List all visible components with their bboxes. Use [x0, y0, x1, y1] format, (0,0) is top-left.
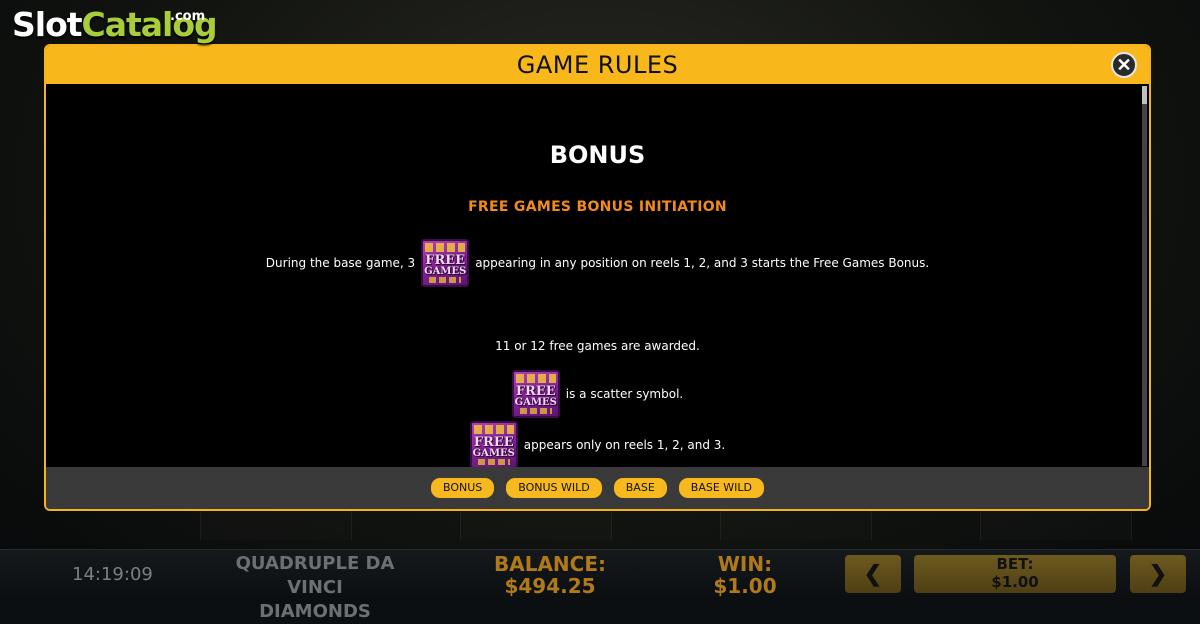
- free-games-icon-text-top: FREE: [425, 252, 466, 268]
- rule-text: appears only on reels 1, 2, and 3.: [523, 438, 726, 452]
- modal-header: GAME RULES ✕: [46, 46, 1149, 84]
- game-rules-modal: GAME RULES ✕ BONUS FREE GAMES BONUS INIT…: [44, 44, 1151, 511]
- close-button[interactable]: ✕: [1111, 52, 1137, 78]
- modal-title: GAME RULES: [516, 51, 679, 79]
- bet-label: BET:: [996, 555, 1034, 573]
- game-name-line1: QUADRUPLE DA VINCI: [235, 553, 395, 598]
- balance-label: BALANCE:: [493, 552, 607, 576]
- game-name: QUADRUPLE DA VINCI DIAMONDS: [205, 552, 425, 624]
- bet-value: $1.00: [991, 573, 1039, 591]
- rule-text: appearing in any position on reels 1, 2,…: [475, 256, 930, 270]
- game-name-line2: DIAMONDS: [259, 601, 371, 622]
- free-games-icon-text-bottom: GAMES: [514, 396, 557, 408]
- scrollbar[interactable]: [1142, 86, 1147, 466]
- clock: 14:19:09: [72, 564, 153, 585]
- rules-content[interactable]: BONUS FREE GAMES BONUS INITIATION During…: [46, 84, 1149, 469]
- close-icon: ✕: [1116, 55, 1132, 75]
- free-games-icon-text-bottom: GAMES: [424, 265, 467, 277]
- free-games-icon: FREE GAMES: [469, 421, 518, 469]
- win-display: WIN: $1.00: [690, 553, 800, 597]
- win-label: WIN:: [717, 552, 773, 576]
- watermark-logo: SlotCatalog .com: [12, 5, 218, 44]
- section-subtitle: FREE GAMES BONUS INITIATION: [468, 199, 727, 215]
- watermark-text-com: .com: [170, 9, 206, 24]
- status-bar: 14:19:09 QUADRUPLE DA VINCI DIAMONDS BAL…: [0, 549, 1200, 622]
- scrollbar-thumb[interactable]: [1142, 86, 1147, 104]
- tab-base[interactable]: BASE: [613, 478, 667, 498]
- balance-value: $494.25: [504, 574, 596, 598]
- free-games-icon-text-top: FREE: [515, 383, 556, 399]
- rule-line-3: FREE GAMES is a scatter symbol.: [46, 370, 1149, 418]
- tab-bonus-wild[interactable]: BONUS WILD: [506, 478, 602, 498]
- tab-bonus[interactable]: BONUS: [430, 478, 495, 498]
- bet-increase-button[interactable]: ❯: [1130, 555, 1186, 593]
- free-games-icon: FREE GAMES: [511, 370, 560, 418]
- bet-decrease-button[interactable]: ❮: [845, 555, 901, 593]
- bet-button[interactable]: BET: $1.00: [914, 555, 1116, 593]
- section-title: BONUS: [549, 141, 646, 169]
- rule-line-2: 11 or 12 free games are awarded.: [46, 338, 1149, 354]
- chevron-left-icon: ❮: [863, 561, 883, 586]
- watermark-text-slot: Slot: [12, 5, 83, 44]
- rule-text: 11 or 12 free games are awarded.: [495, 339, 700, 353]
- rule-text: is a scatter symbol.: [565, 387, 684, 401]
- free-games-icon-text-top: FREE: [473, 434, 514, 450]
- rule-line-4: FREE GAMES appears only on reels 1, 2, a…: [46, 421, 1149, 469]
- balance-display: BALANCE: $494.25: [480, 553, 620, 597]
- rule-text: During the base game, 3: [265, 256, 416, 270]
- free-games-icon: FREE GAMES: [421, 239, 470, 287]
- rules-tab-bar: BONUS BONUS WILD BASE BASE WILD: [46, 467, 1149, 509]
- free-games-icon-text-bottom: GAMES: [472, 447, 515, 459]
- win-value: $1.00: [713, 574, 777, 598]
- tab-base-wild[interactable]: BASE WILD: [678, 478, 765, 498]
- chevron-right-icon: ❯: [1148, 561, 1168, 586]
- rule-line-1: During the base game, 3 FREE GAMES appea…: [46, 239, 1149, 287]
